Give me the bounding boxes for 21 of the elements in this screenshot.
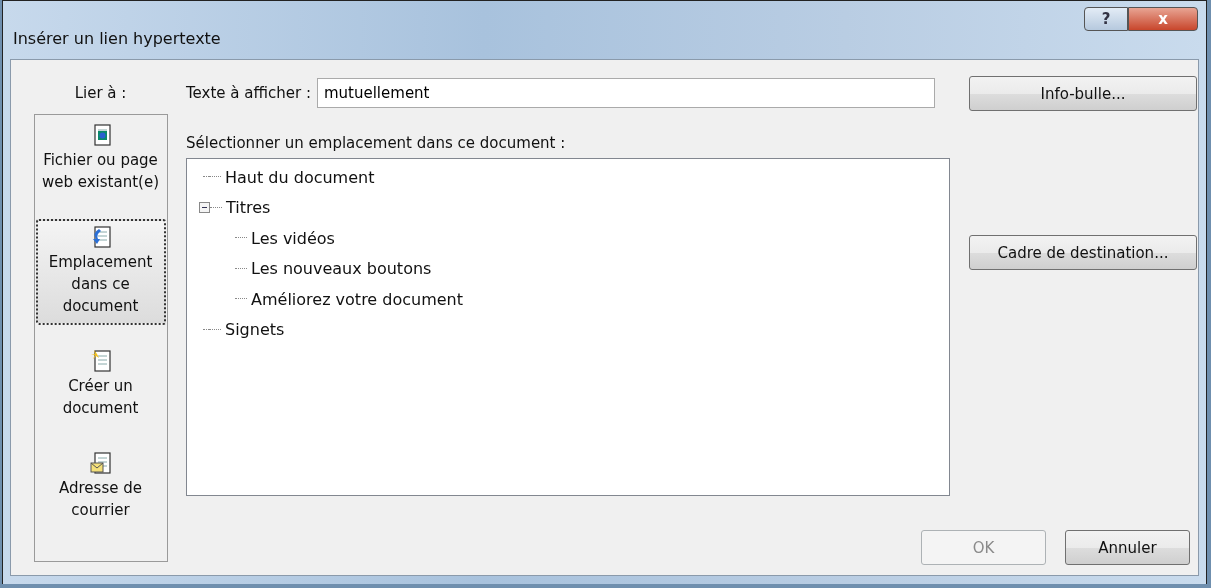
link-type-item[interactable]: Fichier ou page web existant(e)	[35, 117, 166, 201]
envelope-document-icon	[89, 451, 112, 475]
tree-item[interactable]: Titres	[226, 198, 271, 218]
display-text-label: Texte à afficher :	[186, 84, 311, 102]
location-label: Sélectionner un emplacement dans ce document :	[186, 134, 567, 152]
window-title: Insérer un lien hypertexte	[13, 29, 221, 48]
target-frame-button[interactable]: Cadre de destination...	[969, 235, 1197, 270]
link-type-item[interactable]: Créer un document	[35, 343, 166, 427]
tree-item[interactable]: Les vidéos	[251, 228, 335, 248]
collapse-toggle[interactable]	[199, 202, 210, 214]
help-button[interactable]: ?	[1084, 7, 1128, 31]
dialog-button[interactable]: Annuler	[1065, 530, 1190, 565]
link-type-item[interactable]: Emplacement dans ce document	[35, 219, 166, 325]
link-type-item[interactable]: Adresse de courrier	[35, 445, 166, 529]
tree-item[interactable]: Signets	[225, 320, 285, 340]
link-to-label: Lier à :	[74, 84, 127, 102]
tree-item[interactable]: Les nouveaux boutons	[251, 259, 432, 279]
tooltip-button[interactable]: Info-bulle...	[969, 76, 1197, 111]
display-text-field[interactable]: mutuellement	[316, 78, 935, 108]
tree-item[interactable]: Améliorez votre document	[251, 289, 464, 309]
tree-item[interactable]: Haut du document	[225, 167, 375, 187]
